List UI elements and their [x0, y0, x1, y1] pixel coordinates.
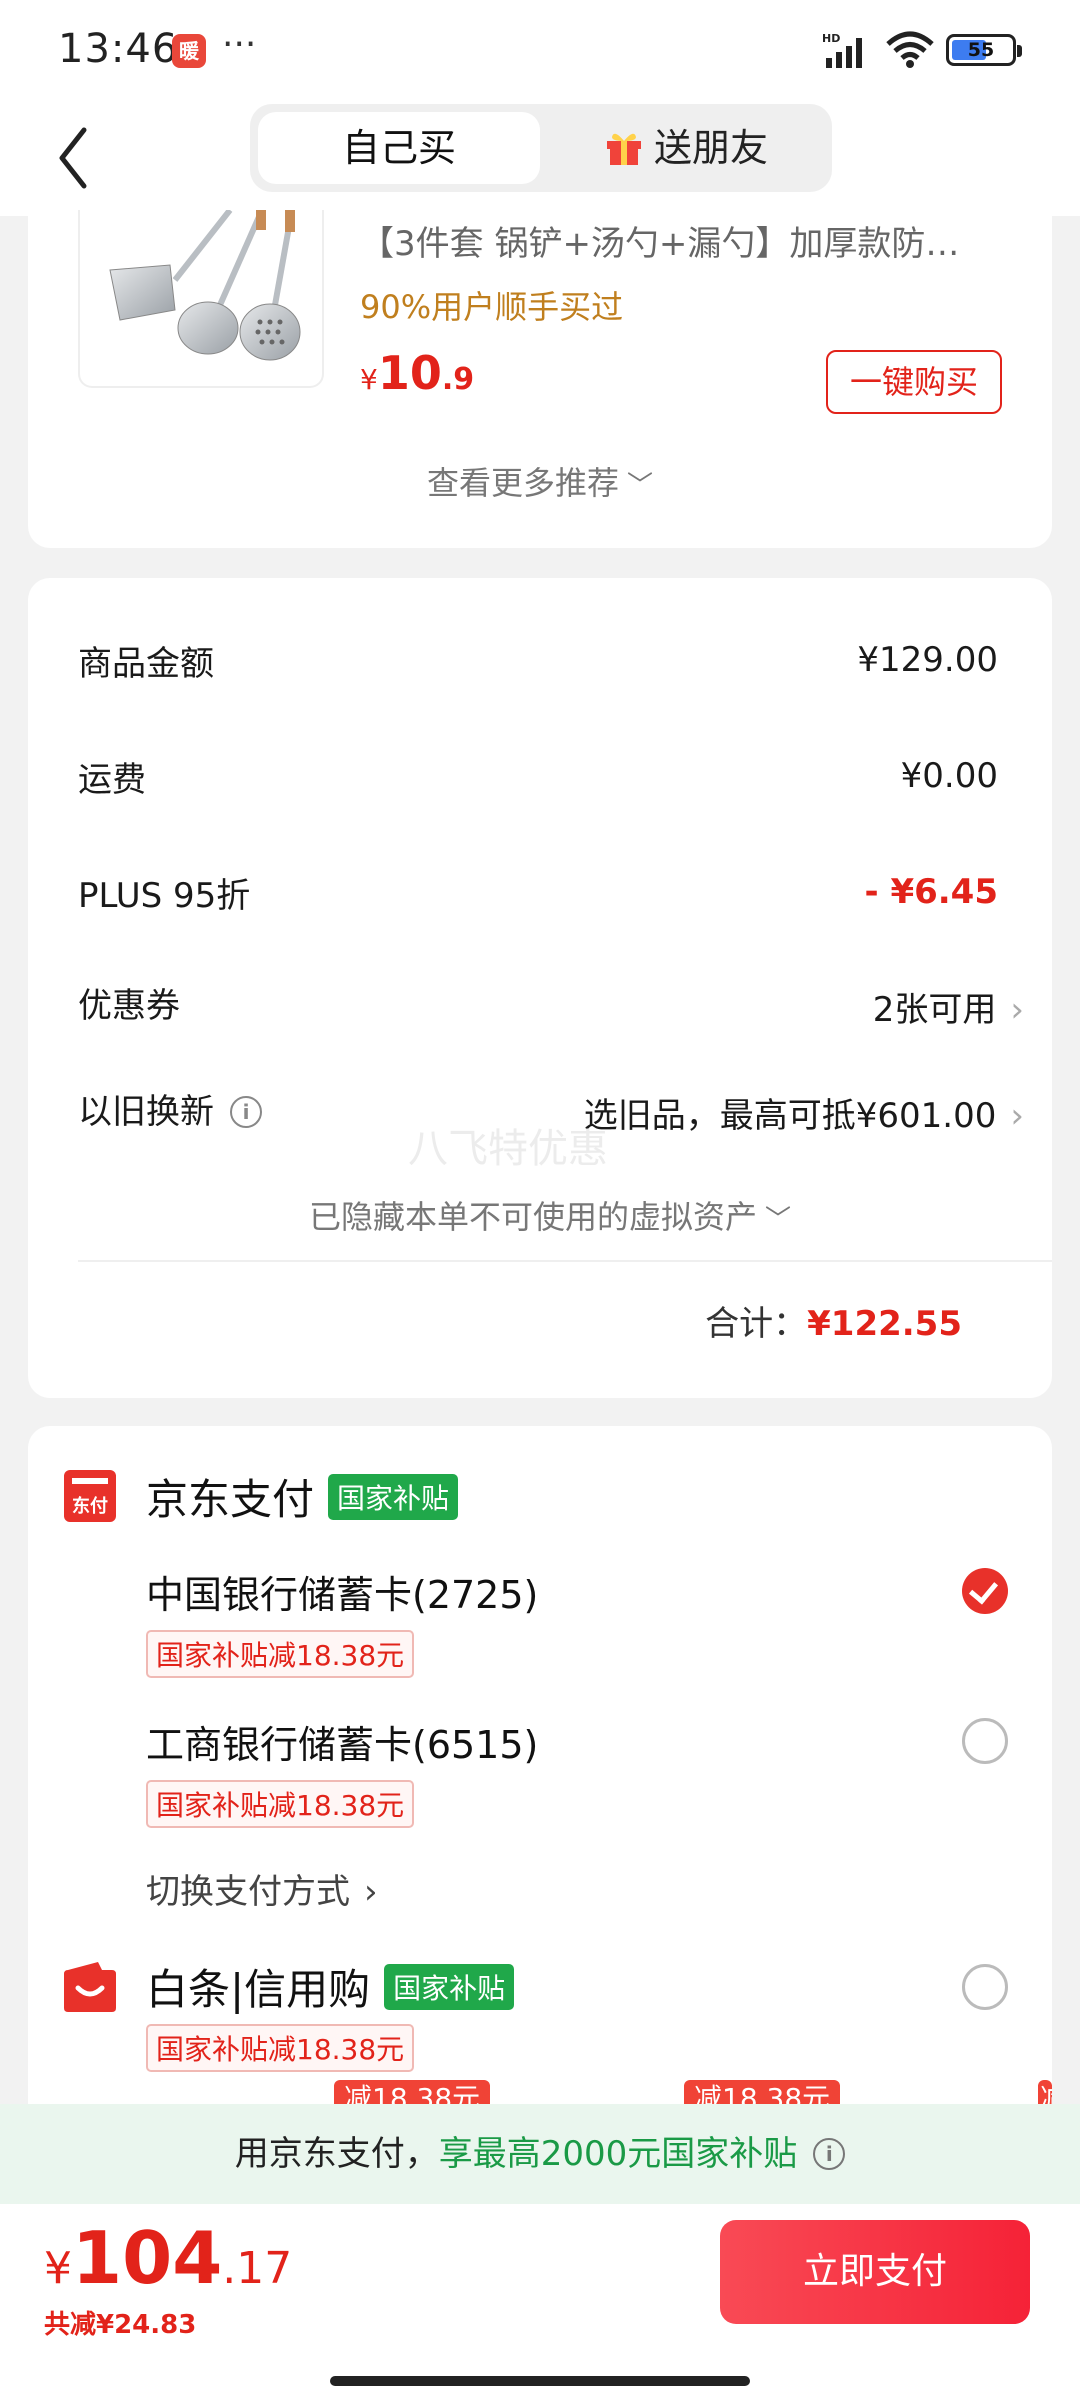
plus-discount-value: - ¥6.45: [864, 872, 999, 912]
subsidy-discount-baitiao: 国家补贴减18.38元: [146, 2024, 415, 2072]
jd-pay-icon: 东付: [64, 1470, 116, 1522]
recommend-card: 【3件套 锅铲+汤勺+漏勺】加厚款防… 90%用户顺手买过 ¥10.9 一键购买…: [28, 210, 1052, 548]
gift-icon: [606, 133, 641, 165]
hidden-assets-label: 已隐藏本单不可使用的虚拟资产: [308, 1198, 757, 1236]
radio-icbc[interactable]: [962, 1718, 1008, 1764]
final-price-decimal: .17: [222, 2243, 293, 2294]
promo-prefix: 用京东支付，: [234, 2134, 439, 2174]
order-total: 合计：¥122.55: [705, 1296, 962, 1345]
baitiao-subsidy-tag: 国家补贴: [384, 1964, 515, 2010]
shipping-label: 运费: [78, 760, 146, 800]
subsidy-discount-boc: 国家补贴减18.38元: [146, 1630, 415, 1678]
final-price-integer: 104: [72, 2216, 223, 2300]
coupon-label: 优惠券: [78, 986, 180, 1026]
baitiao-icon: [64, 1962, 116, 2012]
price-integer: 10: [377, 346, 442, 400]
home-indicator[interactable]: [330, 2376, 750, 2386]
summary-row-goods: 商品金额 ¥129.00: [78, 636, 998, 696]
price-symbol: ¥: [360, 363, 378, 396]
summary-row-plus: PLUS 95折 - ¥6.45: [78, 868, 998, 928]
national-subsidy-tag: 国家补贴: [328, 1474, 459, 1520]
tab-send-friend-label: 送朋友: [653, 126, 768, 170]
utensils-icon: [109, 210, 301, 361]
final-price-symbol: ¥: [44, 2243, 72, 2294]
radio-baitiao[interactable]: [962, 1964, 1008, 2010]
summary-row-coupon[interactable]: 优惠券 2张可用 ›: [78, 978, 1024, 1038]
final-price: ¥104.17: [44, 2216, 292, 2300]
price-decimal: .9: [441, 362, 475, 397]
checkout-bar: ¥104.17 共减¥24.83 立即支付: [0, 2204, 1080, 2400]
more-recommendations-link[interactable]: 查看更多推荐 ﹀: [28, 458, 1052, 504]
goods-amount-label: 商品金额: [78, 644, 214, 684]
svg-text:HD: HD: [822, 32, 840, 45]
watermark: 八飞特优惠: [408, 1126, 608, 1172]
shipping-value: ¥0.00: [900, 756, 998, 796]
tradein-value: 选旧品，最高可抵¥601.00 ›: [584, 1088, 1024, 1137]
subsidy-promo-banner[interactable]: 用京东支付，享最高2000元国家补贴 i: [0, 2104, 1080, 2204]
total-saved[interactable]: 共减¥24.83: [44, 2304, 196, 2341]
chevron-down-icon: ﹀: [765, 1205, 792, 1235]
chevron-right-icon: ›: [1010, 1096, 1024, 1136]
status-bar: 13:46 暖 ··· HD 55: [0, 0, 1080, 100]
battery-icon: 55: [946, 34, 1022, 66]
app-notification-icon: 暖: [172, 34, 206, 68]
order-summary-card: 商品金额 ¥129.00 运费 ¥0.00 PLUS 95折 - ¥6.45 优…: [28, 578, 1052, 1398]
coupon-value: 2张可用 ›: [873, 982, 1024, 1031]
hd-signal-icon: HD: [822, 32, 862, 68]
purchase-mode-switch: 自己买 送朋友: [250, 104, 832, 192]
chevron-right-icon: ›: [364, 1872, 378, 1912]
pay-option-icbc[interactable]: 工商银行储蓄卡(6515): [146, 1714, 538, 1769]
jd-pay-title-row: 京东支付 国家补贴: [146, 1466, 459, 1527]
product-price: ¥10.9: [360, 346, 474, 400]
jd-pay-title: 京东支付: [146, 1475, 315, 1524]
info-icon[interactable]: i: [813, 2138, 846, 2170]
more-recommendations-label: 查看更多推荐: [426, 464, 619, 502]
info-icon[interactable]: i: [230, 1096, 262, 1128]
status-time: 13:46: [58, 26, 179, 72]
goods-amount-value: ¥129.00: [857, 640, 998, 680]
tradein-label: 以旧换新: [78, 1092, 214, 1132]
jd-pay-logo-text: 东付: [72, 1495, 108, 1517]
chevron-right-icon: ›: [1010, 990, 1024, 1030]
header: 自己买 送朋友: [0, 100, 1080, 216]
product-popularity: 90%用户顺手买过: [360, 288, 624, 326]
battery-level: 55: [967, 39, 995, 61]
more-notifications-icon: ···: [222, 24, 257, 65]
coupon-available: 2张可用: [872, 990, 997, 1030]
summary-row-shipping: 运费 ¥0.00: [78, 752, 998, 812]
radio-boc-selected[interactable]: [962, 1568, 1008, 1614]
switch-payment-method[interactable]: 切换支付方式 ›: [146, 1864, 378, 1913]
tab-buy-self[interactable]: 自己买: [258, 112, 540, 184]
tradein-offer: 选旧品，最高可抵¥601.00: [583, 1096, 997, 1136]
baitiao-title: 白条|信用购: [146, 1965, 371, 2014]
product-title[interactable]: 【3件套 锅铲+汤勺+漏勺】加厚款防…: [360, 216, 959, 265]
product-image[interactable]: [78, 210, 324, 388]
tab-send-friend[interactable]: 送朋友: [546, 112, 826, 184]
promo-highlight: 享最高2000元国家补贴: [438, 2134, 798, 2174]
pay-option-boc[interactable]: 中国银行储蓄卡(2725): [146, 1564, 538, 1619]
pay-now-button[interactable]: 立即支付: [720, 2220, 1030, 2324]
tradein-label-wrap: 以旧换新 i: [78, 1084, 262, 1133]
total-label: 合计：: [705, 1304, 808, 1344]
subsidy-discount-icbc: 国家补贴减18.38元: [146, 1780, 415, 1828]
total-amount: ¥122.55: [807, 1304, 962, 1344]
wifi-icon: [886, 31, 934, 68]
back-arrow-icon[interactable]: [52, 118, 100, 198]
chevron-down-icon: ﹀: [627, 471, 654, 501]
one-click-buy-button[interactable]: 一键购买: [826, 350, 1002, 414]
baitiao-title-row[interactable]: 白条|信用购 国家补贴: [146, 1956, 515, 2017]
switch-payment-label: 切换支付方式: [146, 1872, 350, 1912]
divider: [78, 1260, 1052, 1262]
hidden-assets-toggle[interactable]: 已隐藏本单不可使用的虚拟资产 ﹀: [28, 1192, 1052, 1238]
payment-card: 东付 京东支付 国家补贴 中国银行储蓄卡(2725) 国家补贴减18.38元 工商…: [28, 1426, 1052, 2126]
plus-discount-label: PLUS 95折: [78, 876, 251, 916]
